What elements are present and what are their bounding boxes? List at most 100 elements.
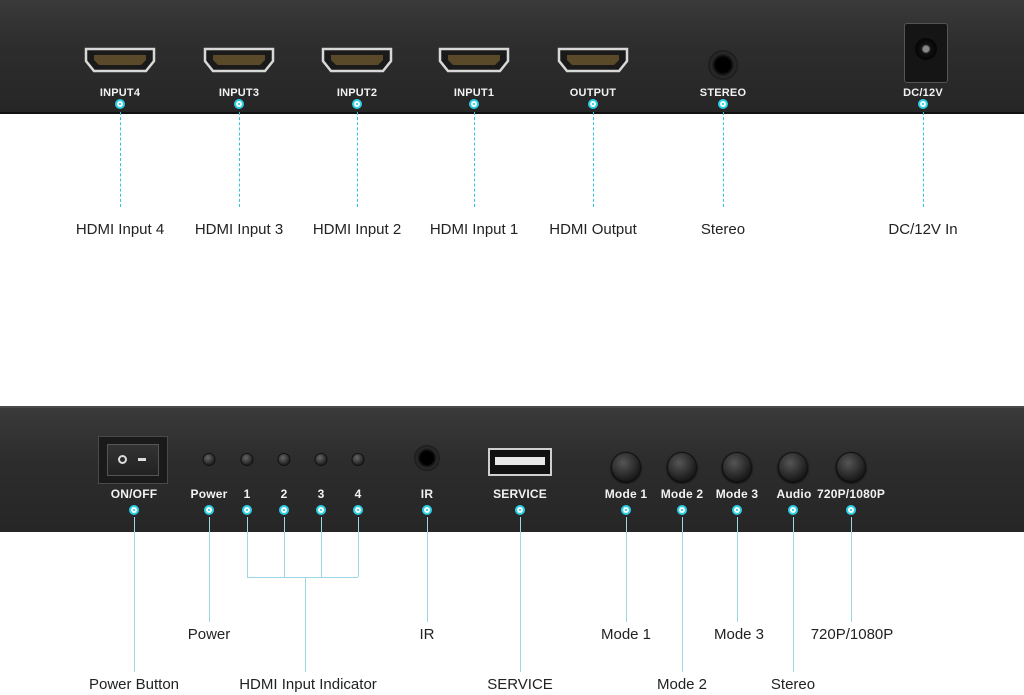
marker-dot [316, 505, 326, 515]
leader-line [723, 112, 724, 207]
leader-line [474, 112, 475, 207]
indicator-4-label: 4 [354, 487, 362, 501]
leader-line [427, 517, 428, 622]
caption-ir: IR [419, 626, 435, 643]
caption-power-button: Power Button [88, 676, 180, 693]
caption-hdmi-input-2: HDMI Input 2 [312, 221, 402, 238]
leader-line [358, 517, 359, 577]
hdmi-input4-port [84, 47, 156, 73]
marker-dot [621, 505, 631, 515]
on-symbol-icon [138, 458, 146, 461]
hdmi-input1-port [438, 47, 510, 73]
input3-led [314, 453, 328, 466]
marker-dot [352, 99, 362, 109]
input1-led [240, 453, 254, 466]
stereo-jack-icon [708, 50, 738, 80]
resolution-label: 720P/1080P [816, 487, 886, 501]
leader-line [284, 517, 285, 577]
leader-line [247, 517, 248, 577]
marker-dot [242, 505, 252, 515]
caption-hdmi-input-3: HDMI Input 3 [194, 221, 284, 238]
hdmi-input2-port [321, 47, 393, 73]
service-label: SERVICE [493, 487, 547, 501]
caption-service: SERVICE [487, 676, 553, 693]
audio-label: Audio [776, 487, 812, 501]
power-label: Power [190, 487, 228, 501]
caption-power: Power [187, 626, 231, 643]
stereo-label: STEREO [699, 87, 747, 99]
marker-dot [732, 505, 742, 515]
mode1-button [611, 452, 641, 482]
leader-line [793, 517, 794, 672]
leader-line [682, 517, 683, 672]
input1-label: INPUT1 [453, 87, 495, 99]
mode2-button [667, 452, 697, 482]
caption-hdmi-input-1: HDMI Input 1 [429, 221, 519, 238]
marker-dot [846, 505, 856, 515]
caption-stereo: Stereo [700, 221, 746, 238]
mode1-label: Mode 1 [604, 487, 648, 501]
caption-hdmi-input-indicator: HDMI Input Indicator [239, 676, 377, 693]
power-switch [98, 436, 168, 484]
caption-mode1: Mode 1 [600, 626, 652, 643]
on-off-label: ON/OFF [110, 487, 158, 501]
leader-line [737, 517, 738, 622]
marker-dot [788, 505, 798, 515]
output-label: OUTPUT [569, 87, 617, 99]
indicator-2-label: 2 [280, 487, 288, 501]
hdmi-input3-port [203, 47, 275, 73]
marker-dot [422, 505, 432, 515]
mode3-label: Mode 3 [715, 487, 759, 501]
caption-stereo-bottom: Stereo [770, 676, 816, 693]
marker-dot [588, 99, 598, 109]
caption-hdmi-output: HDMI Output [549, 221, 637, 238]
hdmi-output-port [557, 47, 629, 73]
switcher-diagram: INPUT4 INPUT3 INPUT2 INPUT1 OUTPUT STERE… [0, 0, 1024, 695]
input4-led [351, 453, 365, 466]
mode2-label: Mode 2 [660, 487, 704, 501]
audio-button [778, 452, 808, 482]
resolution-button [836, 452, 866, 482]
leader-line [134, 517, 135, 672]
marker-dot [129, 505, 139, 515]
leader-line [851, 517, 852, 622]
indicator-1-label: 1 [243, 487, 251, 501]
indicator-bracket [247, 577, 358, 578]
input3-label: INPUT3 [218, 87, 260, 99]
marker-dot [469, 99, 479, 109]
input2-label: INPUT2 [336, 87, 378, 99]
ir-label: IR [420, 487, 434, 501]
mode3-button [722, 452, 752, 482]
caption-mode2: Mode 2 [656, 676, 708, 693]
marker-dot [677, 505, 687, 515]
marker-dot [718, 99, 728, 109]
leader-line [321, 517, 322, 577]
marker-dot [204, 505, 214, 515]
dc-power-jack-icon [904, 23, 948, 83]
leader-line [923, 112, 924, 207]
caption-resolution: 720P/1080P [810, 626, 894, 643]
power-led [202, 453, 216, 466]
leader-line [357, 112, 358, 207]
off-symbol-icon [118, 455, 127, 464]
leader-line [120, 112, 121, 207]
indicator-3-label: 3 [317, 487, 325, 501]
leader-line [626, 517, 627, 622]
leader-line [239, 112, 240, 207]
leader-line [520, 517, 521, 672]
leader-line [593, 112, 594, 207]
caption-hdmi-input-4: HDMI Input 4 [75, 221, 165, 238]
caption-mode3: Mode 3 [713, 626, 765, 643]
dc12v-label: DC/12V [903, 87, 943, 99]
caption-dc12v-in: DC/12V In [888, 221, 958, 238]
usb-port-icon [488, 448, 552, 476]
marker-dot [279, 505, 289, 515]
input4-label: INPUT4 [99, 87, 141, 99]
marker-dot [918, 99, 928, 109]
marker-dot [353, 505, 363, 515]
leader-line [305, 577, 306, 672]
marker-dot [234, 99, 244, 109]
ir-sensor-icon [414, 445, 440, 471]
leader-line [209, 517, 210, 622]
marker-dot [515, 505, 525, 515]
